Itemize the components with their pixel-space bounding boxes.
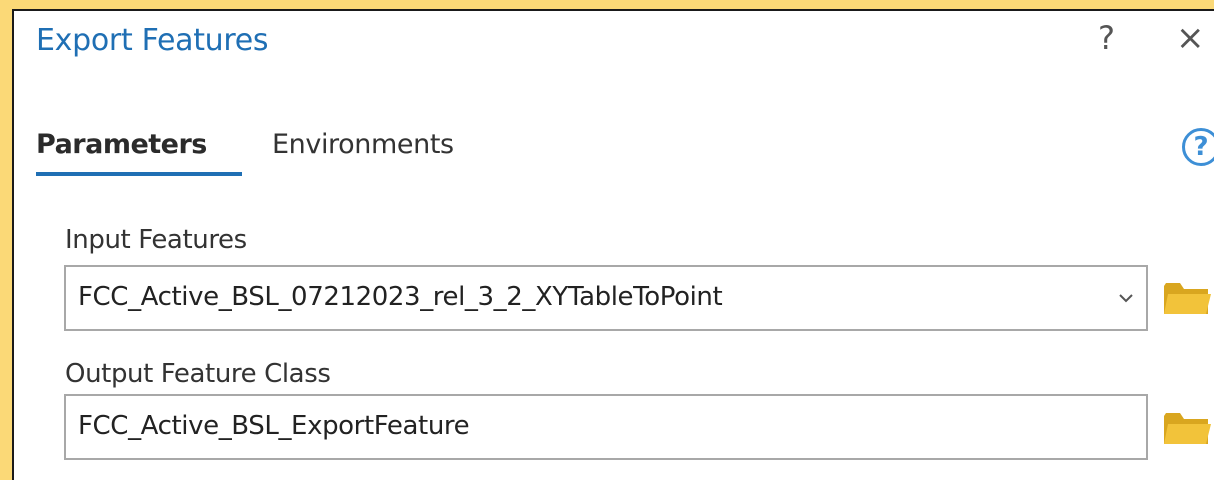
tab-environments[interactable]: Environments xyxy=(272,129,454,160)
input-features-dropdown[interactable] xyxy=(1106,267,1146,329)
input-features-field[interactable]: FCC_Active_BSL_07212023_rel_3_2_XYTableT… xyxy=(64,265,1148,331)
folder-icon[interactable] xyxy=(1162,410,1212,446)
tab-parameters[interactable]: Parameters xyxy=(36,129,207,160)
dialog-title: Export Features xyxy=(36,23,269,58)
input-features-label: Input Features xyxy=(65,225,247,255)
chevron-down-icon xyxy=(1119,294,1133,303)
output-feature-class-label: Output Feature Class xyxy=(65,359,331,389)
help-circle-icon[interactable]: ? xyxy=(1182,128,1214,166)
output-feature-class-value: FCC_Active_BSL_ExportFeature xyxy=(78,411,470,441)
help-icon[interactable]: ? xyxy=(1098,19,1115,57)
input-features-value: FCC_Active_BSL_07212023_rel_3_2_XYTableT… xyxy=(78,282,723,312)
export-features-dialog: Export Features ? × Parameters Environme… xyxy=(12,9,1214,480)
output-feature-class-field[interactable]: FCC_Active_BSL_ExportFeature xyxy=(64,394,1148,460)
folder-icon[interactable] xyxy=(1162,280,1212,316)
close-icon[interactable]: × xyxy=(1176,21,1205,55)
active-tab-indicator xyxy=(36,172,242,176)
